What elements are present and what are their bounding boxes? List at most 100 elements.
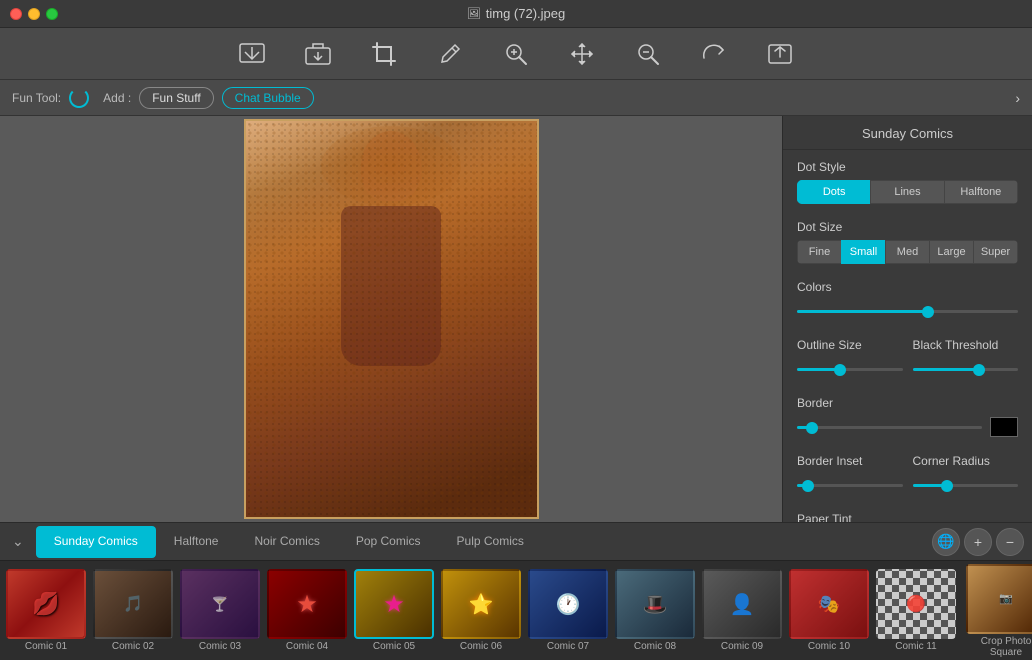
film-thumb-comic-03: 🍸 xyxy=(180,569,260,639)
close-button[interactable] xyxy=(10,8,22,20)
tab-sunday-comics[interactable]: Sunday Comics xyxy=(36,526,156,558)
dot-size-label: Dot Size xyxy=(797,220,1018,234)
film-item-comic-02[interactable]: 🎵 Comic 02 xyxy=(91,569,175,652)
dot-style-dots[interactable]: Dots xyxy=(797,180,870,204)
dot-size-super[interactable]: Super xyxy=(973,240,1018,264)
move-button[interactable] xyxy=(564,36,600,72)
dot-style-section: Dot Style Dots Lines Halftone xyxy=(783,150,1032,210)
colors-label: Colors xyxy=(797,280,1018,294)
border-slider[interactable] xyxy=(797,426,982,429)
film-label-comic-01: Comic 01 xyxy=(25,641,67,652)
outline-size-slider[interactable] xyxy=(797,368,903,371)
dot-size-fine[interactable]: Fine xyxy=(797,240,841,264)
rotate-button[interactable] xyxy=(696,36,732,72)
maximize-button[interactable] xyxy=(46,8,58,20)
chat-bubble-button[interactable]: Chat Bubble xyxy=(222,87,314,109)
border-inset-slider[interactable] xyxy=(797,484,903,487)
film-label-comic-10: Comic 10 xyxy=(808,641,850,652)
dot-size-small[interactable]: Small xyxy=(841,240,885,264)
film-thumb-comic-01: 💋 xyxy=(6,569,86,639)
dot-style-halftone[interactable]: Halftone xyxy=(944,180,1018,204)
import-button[interactable] xyxy=(234,36,270,72)
border-inset-col: Border Inset xyxy=(797,454,903,496)
minimize-button[interactable] xyxy=(28,8,40,20)
expand-arrow[interactable]: › xyxy=(1015,90,1020,106)
fun-tool-label: Fun Tool: xyxy=(12,91,61,105)
toolbar xyxy=(0,28,1032,80)
tab-pulp-comics[interactable]: Pulp Comics xyxy=(439,526,542,558)
film-label-crop-photo: Crop Photo Square xyxy=(966,636,1032,658)
fun-stuff-button[interactable]: Fun Stuff xyxy=(139,87,213,109)
bottom-tabs: ⌄ Sunday Comics Halftone Noir Comics Pop… xyxy=(0,522,1032,560)
zoom-in-button[interactable] xyxy=(498,36,534,72)
film-item-comic-11[interactable]: 🔴 Comic 11 xyxy=(874,569,958,652)
pen-button[interactable] xyxy=(432,36,468,72)
film-item-comic-06[interactable]: ⭐ Comic 06 xyxy=(439,569,523,652)
black-threshold-label: Black Threshold xyxy=(913,338,1019,352)
film-thumb-comic-08: 🎩 xyxy=(615,569,695,639)
window-title: timg (72).jpeg xyxy=(486,6,565,21)
dot-size-med[interactable]: Med xyxy=(885,240,929,264)
tab-noir-comics[interactable]: Noir Comics xyxy=(236,526,337,558)
remove-button[interactable]: − xyxy=(996,528,1024,556)
corner-slider-container xyxy=(913,474,1019,492)
film-item-comic-09[interactable]: 👤 Comic 09 xyxy=(700,569,784,652)
black-threshold-col: Black Threshold xyxy=(913,338,1019,380)
film-item-comic-10[interactable]: 🎭 Comic 10 xyxy=(787,569,871,652)
paper-tint-label: Paper Tint xyxy=(797,512,1018,522)
film-thumb-comic-10: 🎭 xyxy=(789,569,869,639)
canvas-area[interactable] xyxy=(0,116,782,522)
dot-size-large[interactable]: Large xyxy=(929,240,973,264)
tab-icon-bar: 🌐 + − xyxy=(932,528,1032,556)
main-content: Sunday Comics Dot Style Dots Lines Halft… xyxy=(0,116,1032,522)
panel-title: Sunday Comics xyxy=(783,116,1032,150)
border-label: Border xyxy=(797,396,1018,410)
film-thumb-comic-04: ★ xyxy=(267,569,347,639)
film-item-comic-05[interactable]: ★ Comic 05 xyxy=(352,569,436,652)
zoom-out-button[interactable] xyxy=(630,36,666,72)
film-item-comic-04[interactable]: ★ Comic 04 xyxy=(265,569,349,652)
dot-size-section: Dot Size Fine Small Med Large Super xyxy=(783,210,1032,270)
loading-spinner xyxy=(69,88,89,108)
threshold-slider-container xyxy=(913,358,1019,376)
border-color-swatch[interactable] xyxy=(990,417,1018,437)
dot-style-label: Dot Style xyxy=(797,160,1018,174)
film-label-comic-09: Comic 09 xyxy=(721,641,763,652)
film-item-comic-08[interactable]: 🎩 Comic 08 xyxy=(613,569,697,652)
film-thumb-comic-09: 👤 xyxy=(702,569,782,639)
film-item-comic-01[interactable]: 💋 Comic 01 xyxy=(4,569,88,652)
tab-halftone[interactable]: Halftone xyxy=(156,526,237,558)
colors-slider[interactable] xyxy=(797,310,1018,313)
black-threshold-slider[interactable] xyxy=(913,368,1019,371)
border-inset-label: Border Inset xyxy=(797,454,903,468)
tab-pop-comics[interactable]: Pop Comics xyxy=(338,526,439,558)
film-thumb-crop-photo: 📷 xyxy=(966,564,1032,634)
film-label-comic-11: Comic 11 xyxy=(895,641,937,652)
export-button[interactable] xyxy=(300,36,336,72)
film-thumb-comic-07: 🕐 xyxy=(528,569,608,639)
globe-button[interactable]: 🌐 xyxy=(932,528,960,556)
film-label-comic-06: Comic 06 xyxy=(460,641,502,652)
film-label-comic-07: Comic 07 xyxy=(547,641,589,652)
add-button[interactable]: + xyxy=(964,528,992,556)
border-slider-container xyxy=(797,416,982,434)
film-label-comic-04: Comic 04 xyxy=(286,641,328,652)
filmstrip: 💋 Comic 01 🎵 Comic 02 🍸 Comic 03 ★ Comic… xyxy=(0,560,1032,660)
film-item-crop-photo[interactable]: 📷 Crop Photo Square xyxy=(961,564,1032,658)
crop-button[interactable] xyxy=(366,36,402,72)
dot-style-lines[interactable]: Lines xyxy=(870,180,943,204)
film-thumb-comic-06: ⭐ xyxy=(441,569,521,639)
window-controls[interactable] xyxy=(10,8,58,20)
share-button[interactable] xyxy=(762,36,798,72)
film-label-comic-05: Comic 05 xyxy=(373,641,415,652)
fun-tool-bar: Fun Tool: Add : Fun Stuff Chat Bubble › xyxy=(0,80,1032,116)
film-item-comic-03[interactable]: 🍸 Comic 03 xyxy=(178,569,262,652)
add-label: Add : xyxy=(103,91,131,105)
border-inset-slider-container xyxy=(797,474,903,492)
tab-scroll-left[interactable]: ⌄ xyxy=(0,533,36,550)
dot-style-group: Dots Lines Halftone xyxy=(797,180,1018,204)
outline-threshold-section: Outline Size Black Threshold xyxy=(783,328,1032,386)
corner-radius-slider[interactable] xyxy=(913,484,1019,487)
film-item-comic-07[interactable]: 🕐 Comic 07 xyxy=(526,569,610,652)
film-label-comic-03: Comic 03 xyxy=(199,641,241,652)
